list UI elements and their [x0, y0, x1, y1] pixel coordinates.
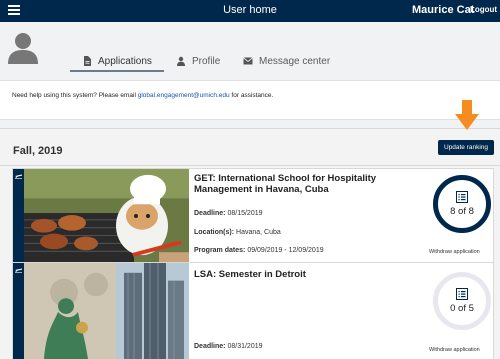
- term-divider: [0, 165, 500, 166]
- tab-applications[interactable]: Applications: [70, 52, 164, 72]
- program-photo-detroit-statue: [24, 263, 189, 359]
- avatar: [8, 33, 38, 64]
- airplane-icon: [15, 268, 22, 273]
- tab-profile[interactable]: Profile: [176, 52, 220, 70]
- logout-link[interactable]: Logout: [470, 5, 497, 14]
- deadline-row: Deadline: 08/15/2019: [194, 210, 263, 217]
- withdraw-application-link[interactable]: Withdraw application: [429, 249, 480, 255]
- help-text-before: Need help using this system? Please emai…: [12, 92, 138, 99]
- help-text: Need help using this system? Please emai…: [12, 92, 273, 99]
- tab-message-center[interactable]: Message center: [243, 52, 330, 70]
- envelope-icon: [243, 57, 253, 65]
- program-name[interactable]: GET: International School for Hospitalit…: [194, 173, 419, 195]
- top-navigation-bar: User home Maurice Cat Logout: [0, 0, 500, 22]
- progress-ring[interactable]: 8 of 8: [433, 175, 491, 233]
- tab-label: Applications: [98, 55, 152, 67]
- location-row: Location(s): Havana, Cuba: [194, 229, 281, 236]
- checklist-icon: [456, 288, 468, 300]
- deadline-label: Deadline:: [194, 343, 226, 350]
- document-icon: [84, 56, 91, 66]
- program-dates-row: Program dates: 09/09/2019 - 12/09/2019: [194, 247, 324, 254]
- program-photo-cat-grilling: [24, 169, 189, 262]
- profile-header: Applications Profile Message center: [0, 22, 500, 72]
- term-title: Fall, 2019: [13, 145, 63, 157]
- tab-label: Message center: [259, 55, 331, 67]
- user-name[interactable]: Maurice Cat: [412, 4, 474, 16]
- program-name[interactable]: LSA: Semester in Detroit: [194, 269, 419, 280]
- deadline-value: 08/15/2019: [227, 210, 263, 217]
- deadline-row: Deadline: 08/31/2019: [194, 343, 263, 350]
- active-tab-indicator: [70, 70, 164, 72]
- help-notice: Need help using this system? Please emai…: [0, 80, 500, 120]
- progress-ring[interactable]: 0 of 5: [433, 272, 491, 330]
- help-text-after: for assistance.: [229, 92, 274, 99]
- progress-count: 8 of 8: [450, 206, 474, 217]
- term-section: Fall, 2019 Update ranking GET: Internati…: [0, 128, 500, 359]
- support-email-link[interactable]: global.engagement@umich.edu: [138, 92, 230, 99]
- card-stripe: [13, 263, 24, 359]
- tab-label: Profile: [192, 55, 221, 67]
- program-dates-value: 09/09/2019 - 12/09/2019: [247, 247, 324, 254]
- person-icon: [177, 56, 185, 66]
- arrow-down-icon: [455, 100, 479, 130]
- update-ranking-button[interactable]: Update ranking: [438, 140, 494, 155]
- application-card[interactable]: GET: International School for Hospitalit…: [12, 168, 494, 263]
- checklist-icon: [456, 191, 468, 203]
- airplane-icon: [15, 174, 22, 179]
- location-value: Havana, Cuba: [236, 229, 281, 236]
- application-card[interactable]: LSA: Semester in Detroit Deadline: 08/31…: [12, 262, 494, 359]
- withdraw-application-link[interactable]: Withdraw application: [429, 347, 480, 353]
- progress-count: 0 of 5: [450, 303, 474, 314]
- deadline-label: Deadline:: [194, 210, 226, 217]
- program-dates-label: Program dates:: [194, 247, 246, 254]
- card-stripe: [13, 169, 24, 262]
- location-label: Location(s):: [194, 229, 235, 236]
- deadline-value: 08/31/2019: [227, 343, 263, 350]
